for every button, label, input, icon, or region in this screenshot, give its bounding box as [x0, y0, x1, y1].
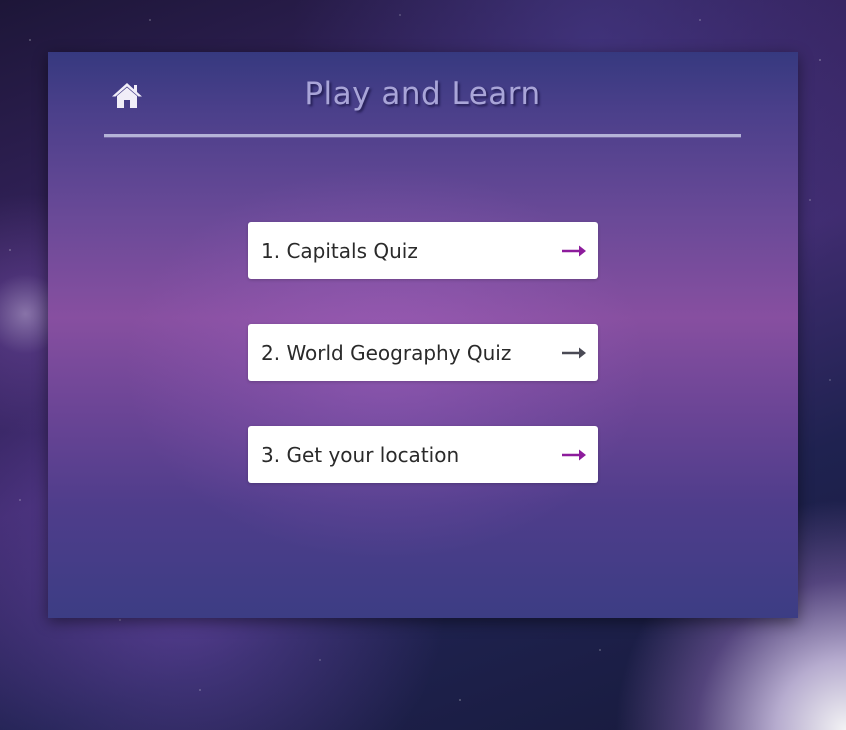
menu-item-get-your-location[interactable]: 3. Get your location [248, 426, 598, 483]
arrow-right-icon [562, 347, 586, 358]
arrow-right-icon [562, 449, 586, 460]
header: Play and Learn [104, 52, 741, 137]
menu-item-label: 1. Capitals Quiz [261, 238, 418, 263]
menu-item-capitals-quiz[interactable]: 1. Capitals Quiz [248, 222, 598, 279]
arrow-shape [562, 449, 586, 460]
arrow-shape [562, 347, 586, 358]
menu-item-label: 3. Get your location [261, 442, 460, 467]
arrow-shape [562, 245, 586, 256]
main-panel: Play and Learn 1. Capitals Quiz 2. World… [48, 52, 798, 618]
menu-item-label: 2. World Geography Quiz [261, 340, 512, 365]
menu-item-world-geography-quiz[interactable]: 2. World Geography Quiz [248, 324, 598, 381]
quiz-menu: 1. Capitals Quiz 2. World Geography Quiz… [248, 222, 598, 528]
page-title: Play and Learn [304, 76, 541, 112]
arrow-right-icon [562, 245, 586, 256]
